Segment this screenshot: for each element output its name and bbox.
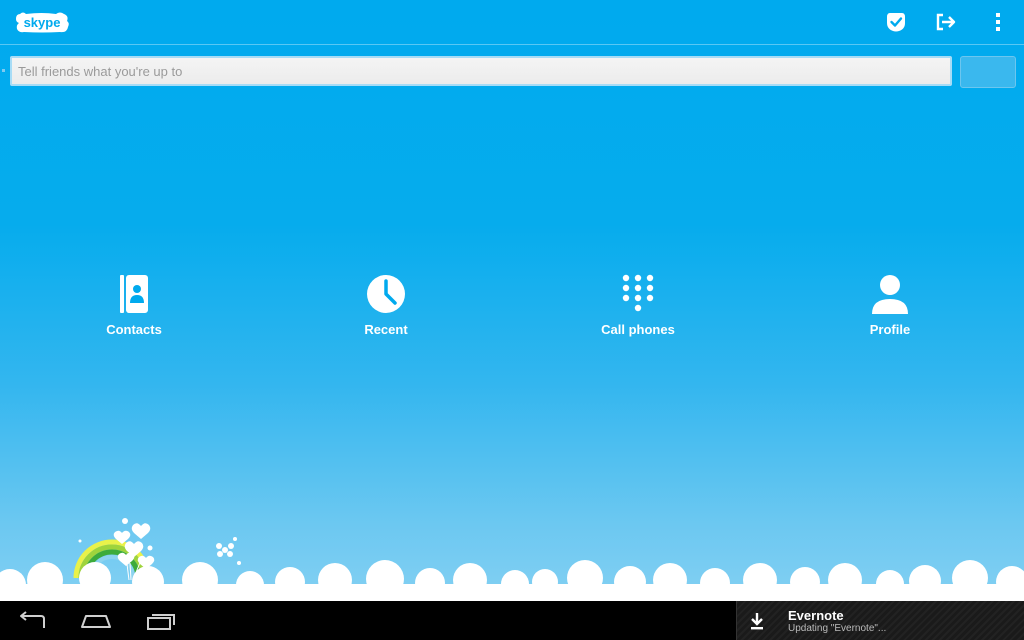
download-notification[interactable]: Evernote Updating "Evernote"... [736, 601, 1024, 640]
background-decoration [0, 518, 1024, 601]
clouds-decoration [0, 560, 1024, 601]
recent-apps-icon[interactable] [142, 609, 178, 633]
back-icon[interactable] [14, 609, 50, 633]
skype-home-screen: skype Contacts [0, 0, 1024, 640]
home-icon[interactable] [78, 609, 114, 633]
system-navigation-bar: Evernote Updating "Evernote"... [0, 601, 1024, 640]
download-icon [751, 613, 763, 630]
notification-subtitle: Updating "Evernote"... [788, 623, 887, 634]
notification-title: Evernote [788, 608, 844, 623]
